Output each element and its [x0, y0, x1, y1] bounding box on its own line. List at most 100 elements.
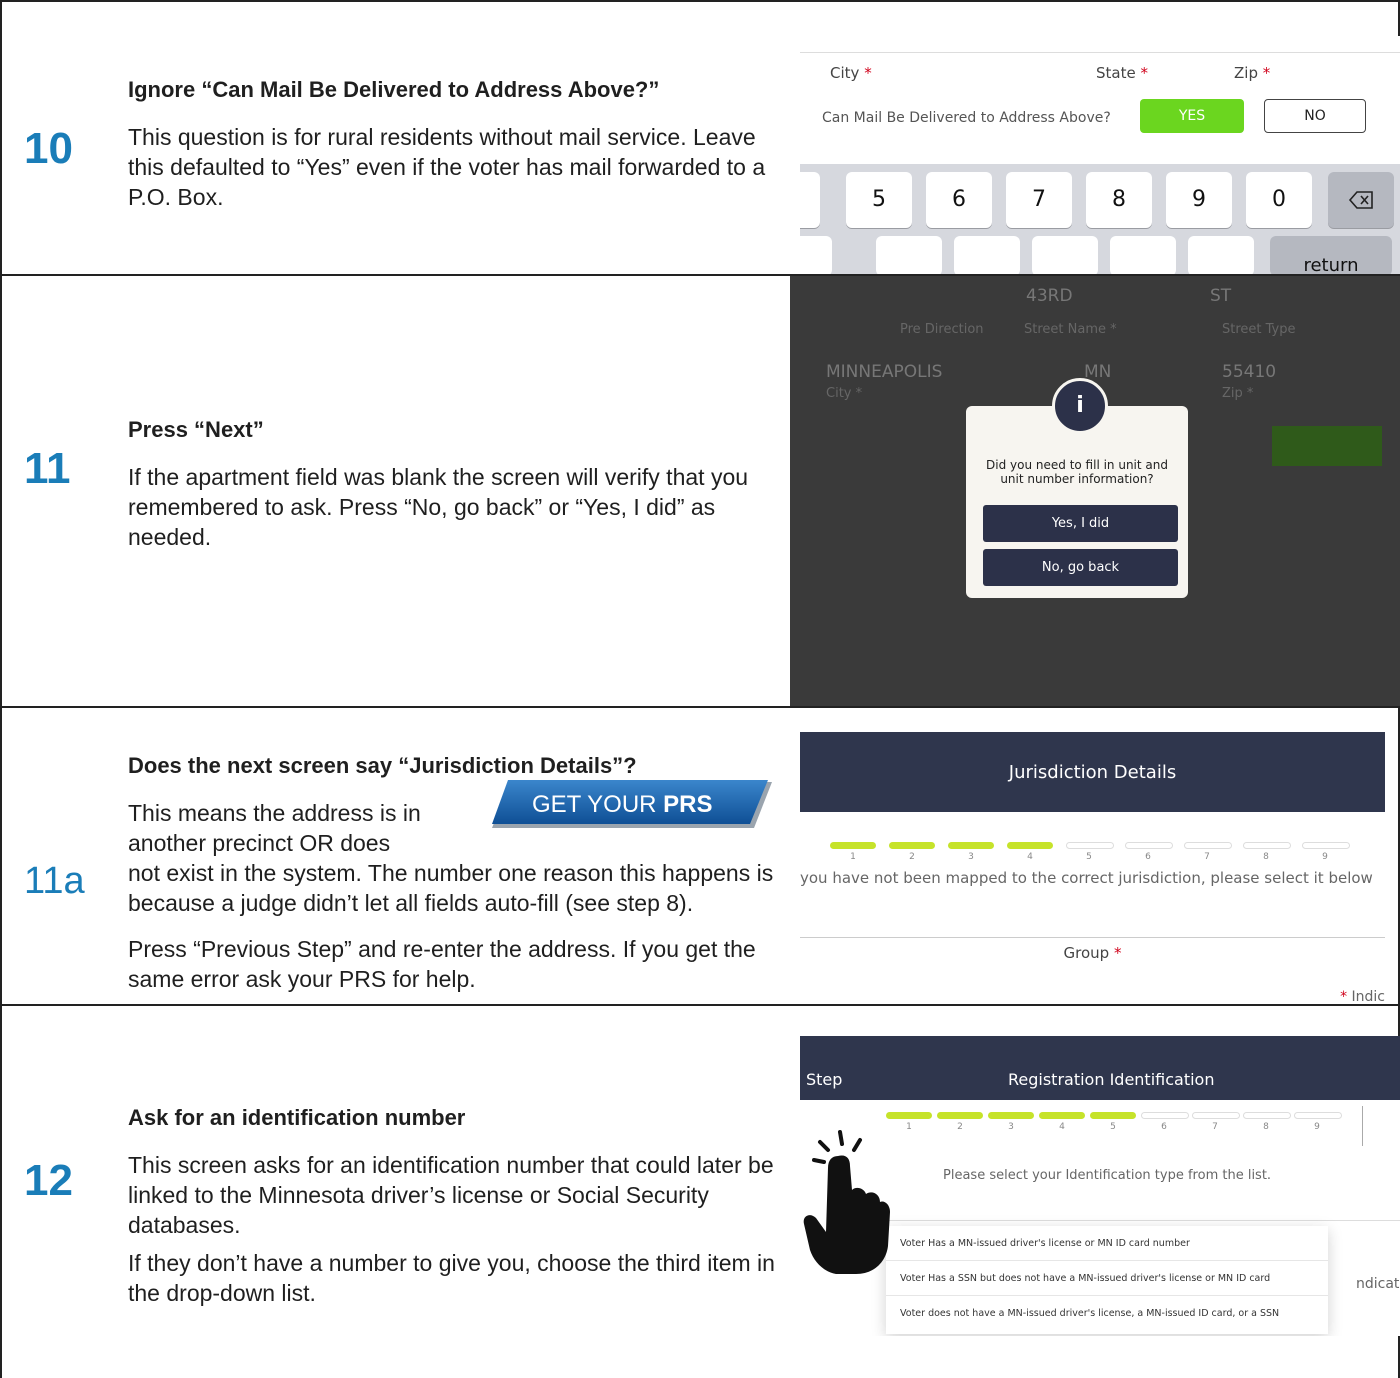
progress-step-number: 8	[1263, 1122, 1269, 1132]
backspace-key[interactable]	[1328, 172, 1394, 228]
divider	[800, 937, 1385, 938]
zip-label: Zip *	[1222, 386, 1254, 401]
key[interactable]: 0	[1246, 172, 1312, 228]
progress-step-number: 2	[909, 852, 915, 862]
yes-i-did-button[interactable]: Yes, I did	[983, 505, 1178, 542]
street-name-label: Street Name *	[1024, 322, 1117, 337]
instruction-table: 1 0 Ignore “Can Mail Be Delivered to Addr…	[0, 0, 1400, 1378]
screenshot-registration-identification: Step Registration Identification 1 2 3 4 5 6 7…	[800, 1036, 1400, 1336]
progress-step-number: 4	[1059, 1122, 1065, 1132]
progress-step-number: 5	[1086, 852, 1092, 862]
jurisdiction-message: you have not been mapped to the correct …	[800, 869, 1373, 887]
progress-step-number: 6	[1161, 1122, 1167, 1132]
street-type-value: ST	[1210, 286, 1232, 306]
screenshot-unit-confirm-dialog: 43RD ST Pre Direction Street Name * Stre…	[790, 276, 1400, 706]
no-button[interactable]: NO	[1264, 99, 1366, 133]
mail-question-label: Can Mail Be Delivered to Address Above?	[822, 110, 1111, 126]
divider	[800, 52, 1400, 53]
progress-step-number: 3	[968, 852, 974, 862]
divider	[886, 1295, 1328, 1296]
step-text: Ask for an identification number This sc…	[128, 1104, 778, 1308]
key[interactable]: 7	[1006, 172, 1072, 228]
progress-step-number: 4	[1027, 852, 1033, 862]
no-go-back-button[interactable]: No, go back	[983, 549, 1178, 586]
previous-step-link[interactable]: Step	[806, 1070, 842, 1089]
progress-segment	[1184, 842, 1232, 849]
table-border-left	[0, 0, 2, 1378]
return-key[interactable]: return	[1270, 236, 1392, 274]
dialog-message: Did you need to fill in unit and unit nu…	[986, 458, 1168, 486]
dropdown-option[interactable]: Voter Has a MN-issued driver's license o…	[900, 1238, 1320, 1249]
header-title: Jurisdiction Details	[1008, 762, 1177, 783]
city-label: City *	[826, 386, 863, 401]
street-number-value: 43RD	[1026, 286, 1073, 306]
pointing-hand-icon	[803, 1130, 890, 1274]
step-title: Ignore “Can Mail Be Delivered to Address…	[128, 77, 660, 102]
backspace-icon	[1348, 191, 1373, 209]
progress-step-number: 3	[1008, 1122, 1014, 1132]
key[interactable]	[954, 236, 1020, 274]
key[interactable]: 6	[926, 172, 992, 228]
divider	[880, 1220, 1400, 1221]
step-body-2: Press “Previous Step” and re-enter the a…	[128, 936, 756, 992]
step-body: If the apartment field was blank the scr…	[128, 464, 749, 550]
progress-segment	[889, 842, 935, 849]
city-value: MINNEAPOLIS	[826, 362, 943, 382]
header-title: Registration Identification	[1008, 1070, 1215, 1089]
step-text: Ignore “Can Mail Be Delivered to Address…	[128, 76, 778, 212]
progress-step-number: 9	[1314, 1122, 1320, 1132]
dropdown-option[interactable]: Voter does not have a MN-issued driver's…	[900, 1308, 1320, 1319]
progress-step-number: 1	[906, 1122, 912, 1132]
step-body: not exist in the system. The number one …	[128, 860, 774, 916]
next-button[interactable]	[1272, 426, 1382, 466]
progress-segment	[988, 1112, 1034, 1119]
step-body: This question is for rural residents wit…	[128, 124, 766, 210]
badge-text: GET YOUR	[532, 791, 656, 818]
progress-segment	[1243, 1112, 1291, 1119]
dropdown-option[interactable]: Voter Has a SSN but does not have a MN-i…	[900, 1273, 1320, 1284]
identification-prompt: Please select your Identification type f…	[943, 1168, 1272, 1183]
step-body-lead: This means the address is in another pre…	[128, 800, 421, 856]
key[interactable]	[876, 236, 942, 274]
confirm-dialog: i Did you need to fill in unit and unit …	[966, 378, 1188, 598]
step-number: 11a	[24, 860, 85, 902]
screenshot-mail-question: City * State * Zip * Can Mail Be Deliver…	[800, 36, 1400, 274]
screenshot-jurisdiction-details: Jurisdiction Details 1 2 3 4 5 6 7 8 9 you have …	[800, 732, 1385, 1002]
info-icon: i	[1052, 378, 1108, 434]
step-title: Press “Next”	[128, 417, 264, 442]
key[interactable]	[800, 236, 832, 274]
progress-step-number: 7	[1204, 852, 1210, 862]
key[interactable]: 8	[1086, 172, 1152, 228]
svg-text:GET YOUR PRS: GET YOUR PRS	[532, 791, 713, 818]
address-form: City * State * Zip * Can Mail Be Deliver…	[800, 36, 1400, 164]
indicates-required-note: * Indic	[1340, 989, 1385, 1002]
screen-header: Step Registration Identification	[800, 1036, 1400, 1100]
group-label: Group *	[1063, 944, 1122, 962]
key[interactable]: 9	[1166, 172, 1232, 228]
progress-step-number: 7	[1212, 1122, 1218, 1132]
step-body: This screen asks for an identification n…	[128, 1152, 774, 1238]
progress-segment	[1007, 842, 1053, 849]
key[interactable]	[1110, 236, 1176, 274]
yes-button[interactable]: YES	[1140, 99, 1244, 133]
progress-step-number: 9	[1322, 852, 1328, 862]
progress-step-number: 8	[1263, 852, 1269, 862]
screen-header: Jurisdiction Details	[800, 732, 1385, 812]
pre-direction-label: Pre Direction	[900, 322, 984, 337]
key[interactable]	[1032, 236, 1098, 274]
identification-dropdown: Voter Has a MN-issued driver's license o…	[886, 1226, 1328, 1334]
state-label: State *	[1096, 64, 1148, 82]
on-screen-keyboard: 4 5 6 7 8 9 0 return	[800, 164, 1400, 274]
indicates-required-note: ndicate	[1356, 1276, 1400, 1292]
step-body-2: If they don’t have a number to give you,…	[128, 1250, 775, 1306]
table-border-top	[0, 0, 1400, 2]
progress-segment	[937, 1112, 983, 1119]
get-your-prs-badge: GET YOUR PRS	[492, 780, 772, 828]
key[interactable]: 4	[800, 172, 820, 228]
progress-step-number: 6	[1145, 852, 1151, 862]
key[interactable]: 5	[846, 172, 912, 228]
progress-step-number: 1	[850, 852, 856, 862]
progress-step-number: 5	[1110, 1122, 1116, 1132]
progress-segment	[1243, 842, 1291, 849]
key[interactable]	[1188, 236, 1254, 274]
